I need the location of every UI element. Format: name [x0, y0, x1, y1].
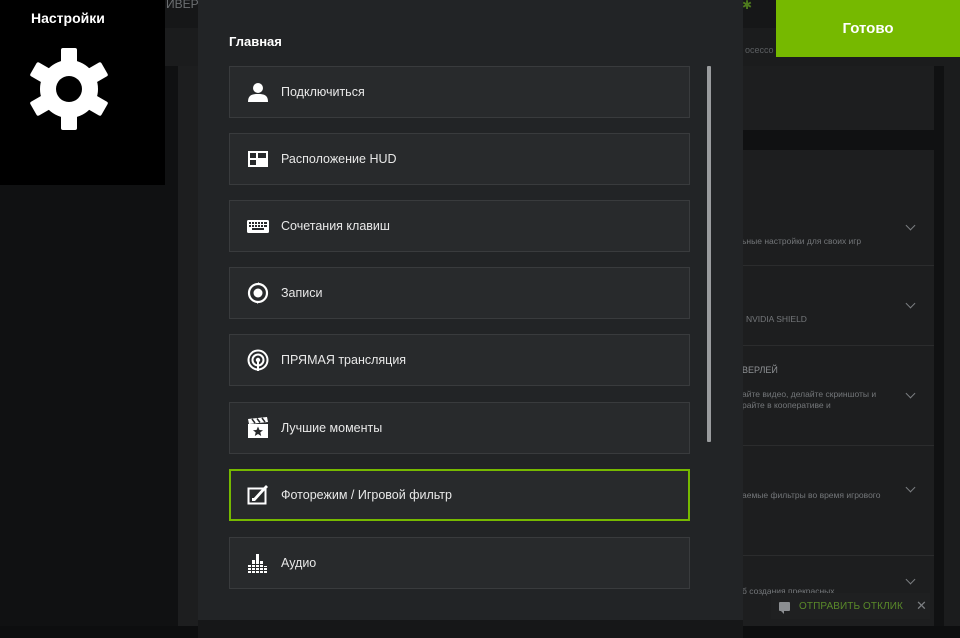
menu-item-audio[interactable]: Аудио: [229, 537, 690, 589]
send-feedback-bar[interactable]: ОТПРАВИТЬ ОТКЛИК ✕: [771, 593, 930, 619]
background-card: [742, 66, 934, 130]
settings-tile: Настройки: [0, 0, 165, 185]
keyboard-icon: [247, 215, 269, 237]
background-row-desc: ьные настройки для своих игр: [742, 236, 862, 246]
settings-menu-list: Подключиться Расположение HUD Сочетания …: [229, 66, 690, 589]
menu-item-live-broadcast[interactable]: ПРЯМАЯ трансляция: [229, 334, 690, 386]
settings-title: Настройки: [31, 10, 105, 26]
background-scroll-track: [944, 66, 960, 638]
chevron-down-icon[interactable]: [905, 574, 916, 585]
menu-item-label: ПРЯМАЯ трансляция: [281, 353, 407, 367]
background-settings-list: ьные настройки для своих игр NVIDIA SHIE…: [742, 150, 934, 638]
audio-equalizer-icon: [247, 552, 269, 574]
close-icon[interactable]: ✕: [916, 598, 927, 614]
menu-item-label: Расположение HUD: [281, 152, 397, 166]
panel-footer: [198, 620, 743, 638]
background-row[interactable]: аемые фильтры во время игрового: [742, 446, 934, 556]
chevron-down-icon[interactable]: [905, 388, 916, 399]
chevron-down-icon[interactable]: [905, 298, 916, 309]
done-button[interactable]: Готово: [776, 0, 960, 57]
hud-layout-icon: [247, 148, 269, 170]
chevron-down-icon[interactable]: [905, 482, 916, 493]
gear-icon: [30, 48, 108, 130]
background-left-strip: [178, 66, 198, 638]
menu-item-connect[interactable]: Подключиться: [229, 66, 690, 118]
send-feedback-label[interactable]: ОТПРАВИТЬ ОТКЛИК: [799, 601, 903, 612]
feedback-icon: [779, 601, 790, 614]
background-row-desc: айте видео, делайте скриншоты и райте в …: [742, 389, 877, 410]
background-row[interactable]: ВЕРЛЕЙ айте видео, делайте скриншоты и р…: [742, 346, 934, 446]
menu-item-keyboard-shortcuts[interactable]: Сочетания клавиш: [229, 200, 690, 252]
menu-item-highlights[interactable]: Лучшие моменты: [229, 402, 690, 454]
settings-panel: Главная Подключиться Расположение HUD Со…: [198, 0, 743, 620]
background-row-title: ВЕРЛЕЙ: [742, 365, 778, 375]
chevron-down-icon[interactable]: [905, 220, 916, 231]
photo-mode-icon: [247, 484, 269, 506]
panel-scrollbar[interactable]: [707, 66, 711, 442]
gear-icon: ✱: [742, 0, 753, 12]
background-row-desc: аемые фильтры во время игрового: [742, 490, 881, 500]
menu-item-label: Записи: [281, 286, 323, 300]
background-row[interactable]: NVIDIA SHIELD: [742, 266, 934, 346]
menu-item-label: Аудио: [281, 556, 317, 570]
menu-item-label: Лучшие моменты: [281, 421, 383, 435]
background-row-desc: NVIDIA SHIELD: [746, 314, 807, 324]
recordings-icon: [247, 282, 269, 304]
menu-item-label: Подключиться: [281, 85, 365, 99]
menu-item-photo-mode[interactable]: Фоторежим / Игровой фильтр: [229, 469, 690, 521]
user-icon: [247, 81, 269, 103]
highlights-icon: [247, 417, 269, 439]
menu-item-label: Сочетания клавиш: [281, 219, 390, 233]
broadcast-icon: [247, 349, 269, 371]
geforce-experience-window: ИВЕРЬ ✱ ocecco ьные настройки для своих …: [0, 0, 960, 638]
background-sub-tab-label: ocecco: [745, 45, 774, 55]
menu-item-recordings[interactable]: Записи: [229, 267, 690, 319]
menu-item-label: Фоторежим / Игровой фильтр: [281, 488, 452, 502]
background-row[interactable]: ьные настройки для своих игр: [742, 150, 934, 266]
panel-heading: Главная: [229, 34, 282, 49]
menu-item-hud-layout[interactable]: Расположение HUD: [229, 133, 690, 185]
